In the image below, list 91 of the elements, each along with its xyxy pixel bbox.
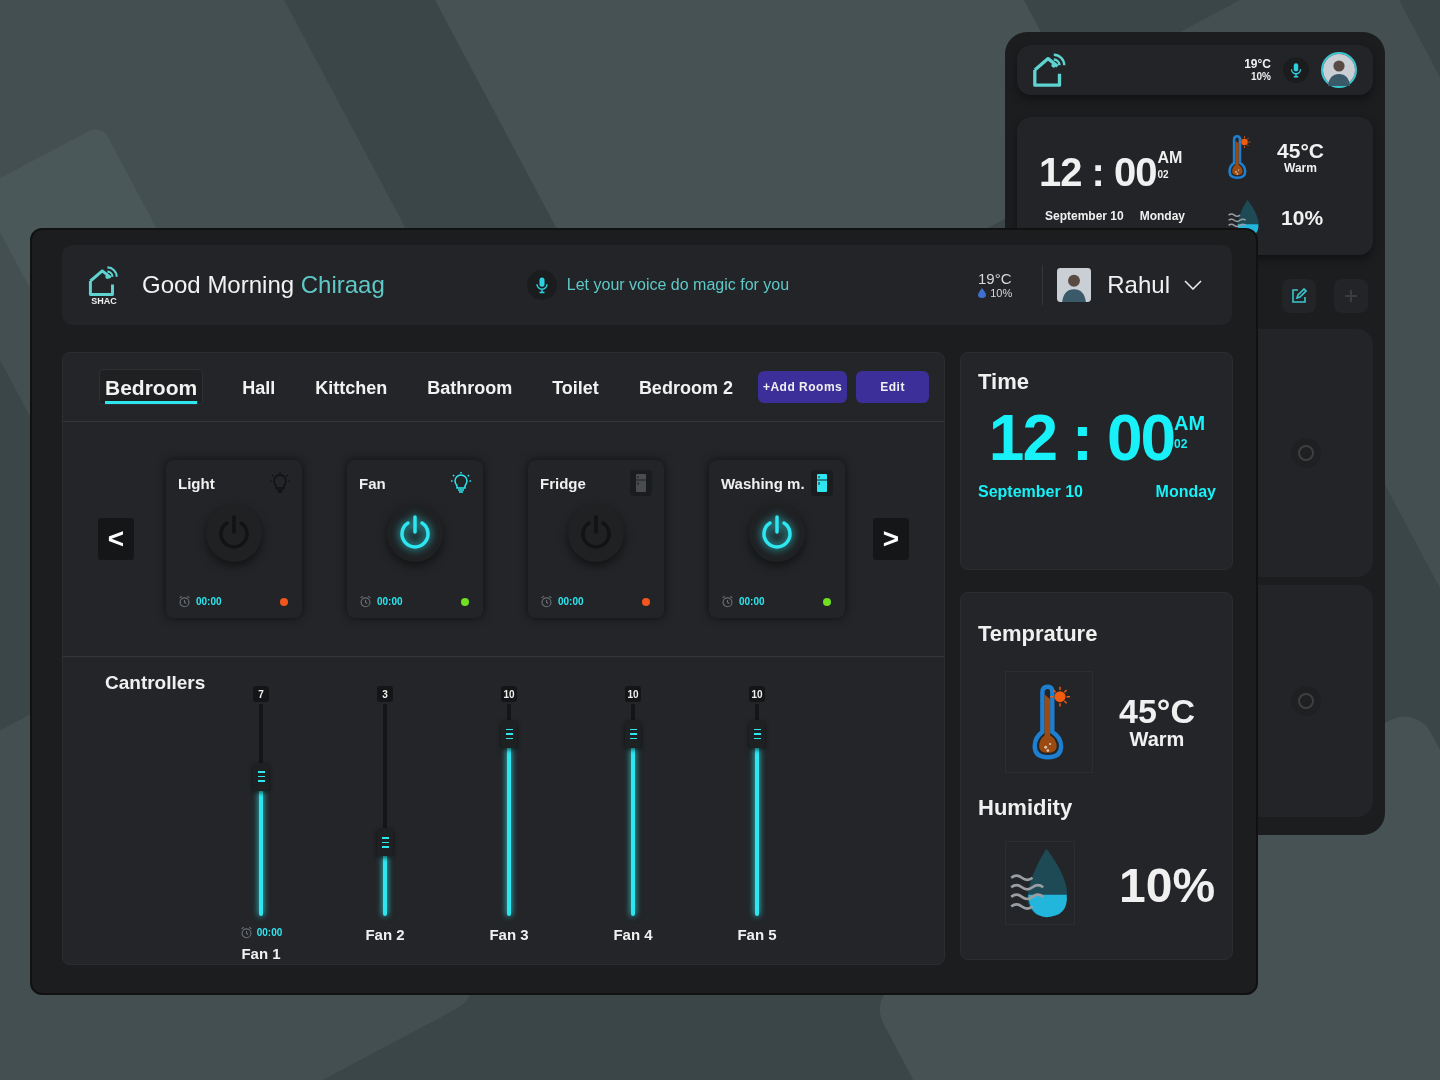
- temperature-value: 45°C: [1277, 138, 1324, 162]
- timer-label: 00:00: [256, 927, 283, 938]
- fan-label: Fan 5: [737, 926, 777, 943]
- temperature-value: 45°C: [1119, 693, 1195, 730]
- day-label: Monday: [1139, 208, 1186, 223]
- seconds: 02: [1174, 438, 1189, 450]
- status-dot: [280, 597, 288, 606]
- meridiem: AM: [1157, 149, 1183, 166]
- edit-button[interactable]: [1282, 279, 1316, 313]
- humidity-value: 10%: [1281, 206, 1324, 230]
- slider-thumb[interactable]: [625, 720, 641, 749]
- fan-label: Fan 3: [489, 926, 529, 943]
- card-title: Time: [978, 369, 1030, 395]
- fan-label: Fan 2: [365, 926, 405, 943]
- clock-time: 12 : 00: [988, 401, 1175, 475]
- device-name: Light: [178, 474, 215, 492]
- section-title: Cantrollers: [105, 672, 207, 695]
- slider-value: 3: [377, 686, 393, 702]
- alarm-clock-icon: [359, 595, 372, 608]
- water-drop-icon: [977, 288, 988, 299]
- greeting: Good Morning Chiraag: [142, 271, 385, 299]
- avatar[interactable]: [1323, 54, 1355, 86]
- fridge-icon: [811, 470, 833, 496]
- slider-track[interactable]: [749, 704, 765, 916]
- fridge-icon: [630, 470, 652, 496]
- room-tab[interactable]: Bedroom 2: [633, 371, 738, 403]
- action-button[interactable]: +Add Rooms: [757, 371, 848, 403]
- slider-value: 10: [625, 686, 641, 702]
- status-dot: [642, 597, 650, 606]
- thermometer-icon: [1005, 671, 1093, 773]
- temperature-reading: 19°C: [1244, 57, 1271, 72]
- day-label: Monday: [1155, 483, 1216, 501]
- slider-track[interactable]: [625, 704, 641, 916]
- timer-label: 00:00: [377, 596, 403, 607]
- clock-time: 12 : 00: [1039, 149, 1157, 195]
- date-label: September 10: [1045, 208, 1124, 223]
- timer-label: 00:00: [739, 596, 765, 607]
- card-title: Humidity: [978, 795, 1074, 821]
- room-tab[interactable]: Kittchen: [310, 371, 393, 403]
- humidity-reading: 10%: [990, 287, 1013, 300]
- room-tab[interactable]: Bathroom: [422, 371, 518, 403]
- room-tab[interactable]: Toilet: [547, 371, 604, 403]
- previous-button[interactable]: <: [98, 518, 134, 560]
- avatar[interactable]: [1057, 268, 1092, 302]
- light-bulb-icon: [451, 472, 471, 494]
- slider-thumb[interactable]: [749, 720, 765, 749]
- slider-thumb[interactable]: [501, 720, 517, 749]
- profile-menu[interactable]: Rahul: [1107, 271, 1202, 299]
- logo-text: SHAC: [91, 296, 117, 306]
- slider-track[interactable]: [501, 704, 517, 916]
- fan-label: Fan 1: [241, 945, 281, 962]
- card-title: Temprature: [978, 621, 1099, 647]
- water-drop-icon: [1005, 841, 1075, 925]
- temperature-label: Warm: [1284, 161, 1317, 176]
- device-name: Fan: [359, 474, 386, 492]
- status-dot: [461, 597, 469, 606]
- device-name: Washing m.: [721, 474, 805, 492]
- chevron-down-icon: [1184, 280, 1202, 290]
- alarm-clock-icon: [540, 595, 553, 608]
- slider-thumb[interactable]: [377, 828, 393, 857]
- action-button[interactable]: Edit: [856, 371, 929, 403]
- slider-track[interactable]: [253, 704, 269, 916]
- alarm-clock-icon: [239, 926, 253, 939]
- timer-label: 00:00: [558, 596, 584, 607]
- meridiem: AM: [1174, 413, 1206, 433]
- temperature-label: Warm: [1129, 729, 1185, 751]
- humidity-value: 10%: [1119, 857, 1216, 913]
- room-tab[interactable]: Bedroom: [99, 369, 204, 405]
- plus-icon: [1344, 289, 1358, 303]
- timer-label: 00:00: [196, 596, 222, 607]
- device-name: Fridge: [540, 474, 586, 492]
- slider-value: 10: [501, 686, 517, 702]
- slider-value: 10: [749, 686, 765, 702]
- slider-value: 7: [253, 686, 269, 702]
- power-icon: [398, 515, 432, 551]
- fan-label: Fan 4: [613, 926, 653, 943]
- slider-thumb[interactable]: [253, 762, 269, 791]
- next-button[interactable]: >: [873, 518, 909, 560]
- edit-icon: [1291, 288, 1307, 304]
- alarm-clock-icon: [178, 595, 191, 608]
- room-tab[interactable]: Hall: [237, 371, 281, 403]
- thermometer-icon: [1225, 134, 1252, 180]
- power-icon: [760, 515, 794, 551]
- temperature-reading: 19°C: [978, 270, 1012, 288]
- seconds: 02: [1157, 169, 1170, 180]
- status-dot: [823, 597, 831, 606]
- alarm-clock-icon: [721, 595, 734, 608]
- voice-prompt: Let your voice do magic for you: [566, 276, 790, 294]
- humidity-reading: 10%: [1251, 71, 1271, 83]
- date-label: September 10: [978, 483, 1083, 501]
- smart-home-icon: [87, 264, 121, 298]
